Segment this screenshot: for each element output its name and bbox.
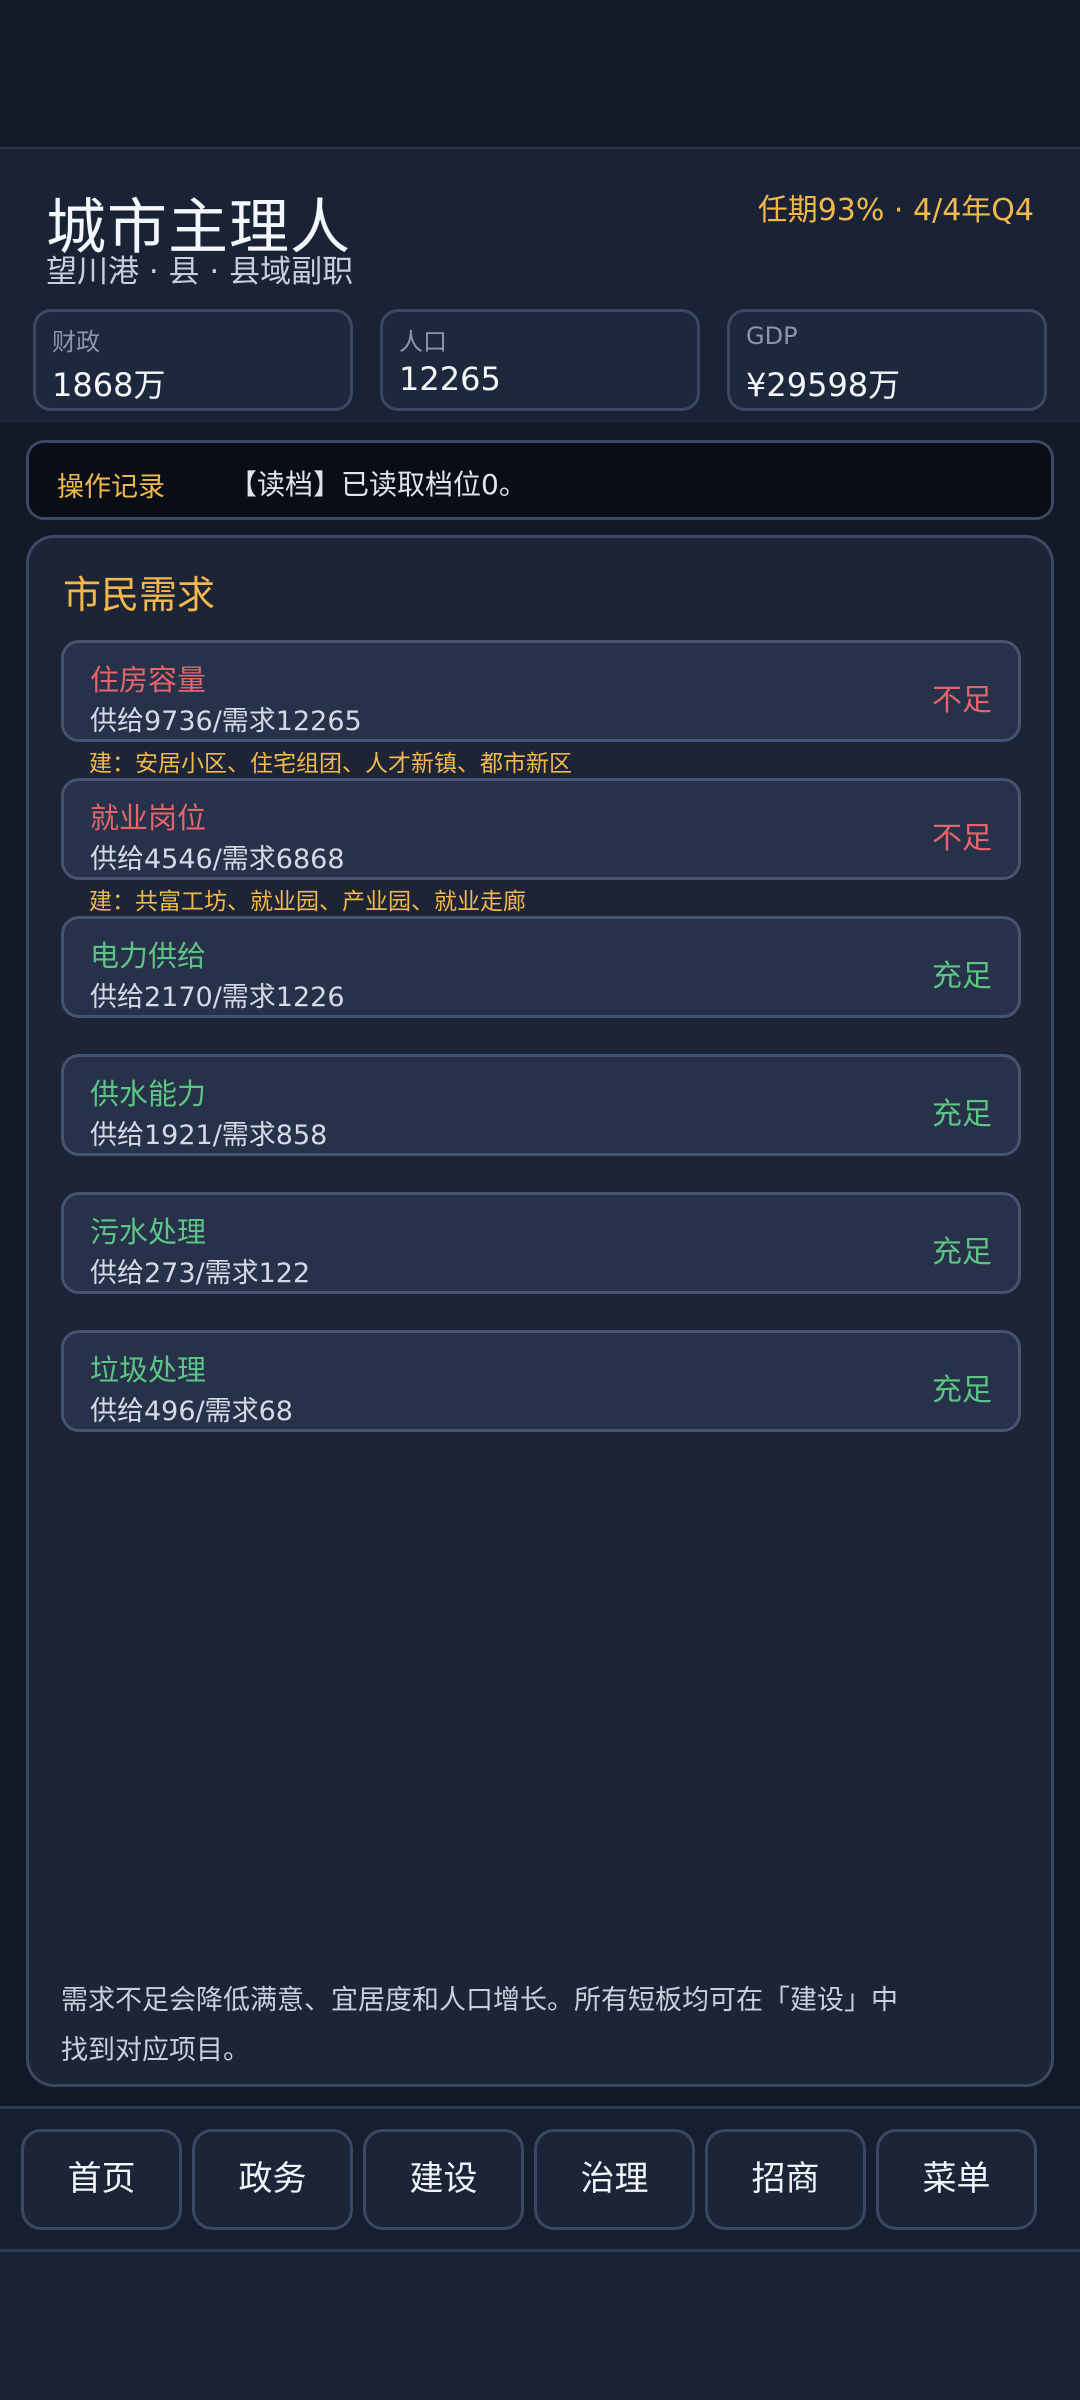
need-status: 充足 — [932, 1373, 992, 1408]
need-item-jobs[interactable]: 就业岗位 供给4546/需求6868 不足 — [61, 778, 1021, 880]
need-item-power[interactable]: 电力供给 供给2170/需求1226 充足 — [61, 916, 1021, 1018]
need-detail: 供给496/需求68 — [90, 1396, 293, 1427]
stat-card-gdp: GDP ¥29598万 — [727, 309, 1047, 411]
need-hint: 建：共富工坊、就业园、产业园、就业走廊 — [89, 889, 526, 915]
need-detail: 供给273/需求122 — [90, 1258, 311, 1289]
need-name: 垃圾处理 — [90, 1353, 207, 1387]
need-hint: 建：安居小区、住宅组团、人才新镇、都市新区 — [89, 751, 572, 777]
need-detail: 供给9736/需求12265 — [90, 706, 362, 737]
need-detail: 供给4546/需求6868 — [90, 844, 345, 875]
need-item-housing[interactable]: 住房容量 供给9736/需求12265 不足 — [61, 640, 1021, 742]
panel-title: 市民需求 — [63, 573, 216, 617]
stat-card-population: 人口 12265 — [380, 309, 700, 411]
stat-card-finance: 财政 1868万 — [33, 309, 353, 411]
status-bar-area — [0, 0, 1080, 147]
header: 城市主理人 望川港 · 县 · 县域副职 任期93% · 4/4年Q4 财政 1… — [0, 147, 1080, 423]
stat-value: 12265 — [399, 360, 501, 398]
need-item-sewage[interactable]: 污水处理 供给273/需求122 充足 — [61, 1192, 1021, 1294]
stat-label: GDP — [746, 322, 798, 350]
log-label: 操作记录 — [57, 472, 165, 503]
bottom-nav: 首页 政务 建设 治理 招商 菜单 — [0, 2106, 1080, 2252]
bottom-area — [0, 2252, 1080, 2400]
nav-governance-button[interactable]: 治理 — [534, 2129, 695, 2230]
nav-investment-button[interactable]: 招商 — [705, 2129, 866, 2230]
nav-home-button[interactable]: 首页 — [21, 2129, 182, 2230]
need-item-garbage[interactable]: 垃圾处理 供给496/需求68 充足 — [61, 1330, 1021, 1432]
need-detail: 供给2170/需求1226 — [90, 982, 345, 1013]
city-subtitle: 望川港 · 县 · 县域副职 — [46, 254, 354, 290]
need-name: 电力供给 — [90, 939, 207, 973]
need-status: 充足 — [932, 1235, 992, 1270]
citizen-needs-panel[interactable]: 市民需求 住房容量 供给9736/需求12265 不足 建：安居小区、住宅组团、… — [26, 535, 1054, 2087]
operation-log: 操作记录 【读档】已读取档位0。 — [26, 440, 1054, 520]
nav-menu-button[interactable]: 菜单 — [876, 2129, 1037, 2230]
term-info: 任期93% · 4/4年Q4 — [757, 193, 1034, 228]
need-item-water[interactable]: 供水能力 供给1921/需求858 充足 — [61, 1054, 1021, 1156]
need-status: 充足 — [932, 959, 992, 994]
panel-footer-note: 需求不足会降低满意、宜居度和人口增长。所有短板均可在「建设」中找到对应项目。 — [61, 1985, 898, 2066]
app-screen: 城市主理人 望川港 · 县 · 县域副职 任期93% · 4/4年Q4 财政 1… — [0, 0, 1080, 2400]
need-name: 污水处理 — [90, 1215, 207, 1249]
stat-value: ¥29598万 — [746, 366, 901, 404]
stat-value: 1868万 — [52, 366, 166, 404]
need-name: 就业岗位 — [90, 801, 207, 835]
log-text: 【读档】已读取档位0。 — [229, 468, 527, 501]
need-status: 不足 — [932, 683, 992, 718]
need-name: 供水能力 — [90, 1077, 207, 1111]
stat-label: 财政 — [52, 328, 100, 356]
need-status: 不足 — [932, 821, 992, 856]
need-detail: 供给1921/需求858 — [90, 1120, 328, 1151]
nav-build-button[interactable]: 建设 — [363, 2129, 524, 2230]
stat-label: 人口 — [399, 328, 447, 356]
nav-government-button[interactable]: 政务 — [192, 2129, 353, 2230]
need-name: 住房容量 — [90, 663, 207, 697]
need-status: 充足 — [932, 1097, 992, 1132]
